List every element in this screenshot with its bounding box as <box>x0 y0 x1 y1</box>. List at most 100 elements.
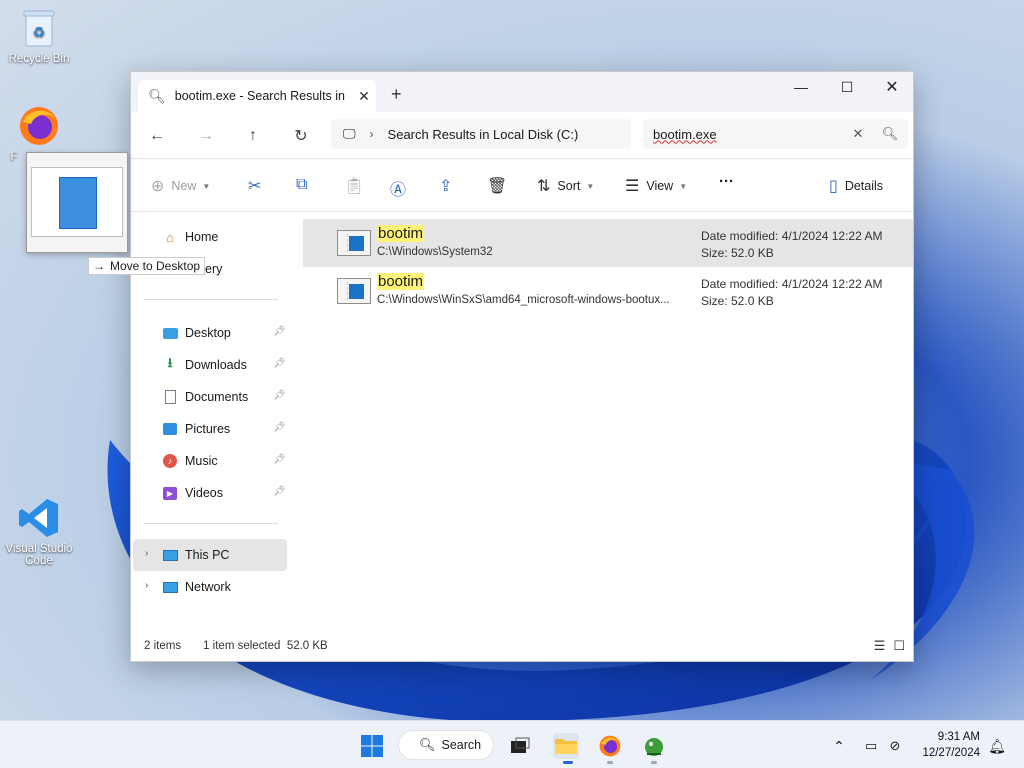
address-row: ← → ↑ ↻ 🖵 › Search Results in Local Disk… <box>131 112 913 158</box>
file-date-modified: Date modified: 4/1/2024 12:22 AM <box>701 277 883 291</box>
list-item[interactable]: bootim C:\Windows\System32 Date modified… <box>303 219 913 267</box>
details-pane-button[interactable]: ▯ Details <box>829 176 883 196</box>
sidebar-item-gallery[interactable]: ery <box>205 257 222 281</box>
close-tab-icon[interactable]: ✕ <box>352 88 376 105</box>
close-window-button[interactable]: ✕ <box>869 72 915 102</box>
maximize-button[interactable]: ☐ <box>824 72 870 102</box>
desktop-folder-icon <box>161 325 179 341</box>
firefox-taskbar-button[interactable] <box>597 733 623 759</box>
up-button[interactable]: ↑ <box>241 124 265 148</box>
tablet-mode-icon[interactable]: ▭ <box>858 733 884 759</box>
new-tab-button[interactable]: + <box>391 84 402 105</box>
sort-icon: ⇅ <box>537 178 551 195</box>
list-item[interactable]: bootim C:\Windows\WinSxS\amd64_microsoft… <box>303 267 913 315</box>
navigation-pane: ⌂ Home ery Desktop 📌︎ ⭳ Downloads 📌︎ Doc… <box>131 213 291 631</box>
refresh-button[interactable]: ↻ <box>289 124 313 148</box>
search-input[interactable]: bootim.exe ✕ 🔍︎ <box>643 119 908 149</box>
details-view-icon[interactable]: ☰ <box>874 638 886 654</box>
status-bar: 2 items 1 item selected 52.0 KB ☰ ☐ <box>131 631 913 661</box>
pin-icon[interactable]: 📌︎ <box>273 486 286 497</box>
share-button[interactable]: ⇪ <box>439 176 459 196</box>
sidebar-item-desktop[interactable]: Desktop <box>161 321 231 345</box>
folder-icon <box>555 739 577 754</box>
chevron-right-icon[interactable]: › <box>145 580 148 591</box>
sidebar-item-documents[interactable]: Documents <box>161 385 248 409</box>
more-options-button[interactable]: ··· <box>719 173 734 190</box>
sidebar-item-network[interactable]: Network <box>161 575 231 599</box>
sidebar-item-home[interactable]: ⌂ Home <box>161 225 218 249</box>
file-size: Size: 52.0 KB <box>701 294 774 308</box>
copy-button[interactable]: ⧉ <box>296 176 314 194</box>
taskbar-search-button[interactable]: 🔍︎ Search <box>398 730 494 760</box>
new-button[interactable]: ⊕ New ▼ <box>151 176 210 196</box>
sidebar-item-videos[interactable]: ▶ Videos <box>161 481 223 505</box>
document-icon <box>161 389 179 405</box>
view-button[interactable]: ☰ View ▼ <box>625 176 687 196</box>
pin-icon[interactable]: 📌︎ <box>273 326 286 337</box>
pin-icon[interactable]: 📌︎ <box>273 454 286 465</box>
sort-button[interactable]: ⇅ Sort ▼ <box>537 176 594 196</box>
exe-file-icon <box>337 278 371 304</box>
start-button[interactable] <box>359 733 385 759</box>
videos-icon: ▶ <box>161 485 179 501</box>
sidebar-item-this-pc[interactable]: This PC <box>161 543 229 567</box>
tiles-view-icon[interactable]: ☐ <box>893 638 905 654</box>
title-bar: 🔍︎ bootim.exe - Search Results in ✕ + — … <box>131 72 913 112</box>
exe-file-icon <box>337 230 371 256</box>
paste-button[interactable]: 📋︎ <box>344 176 371 196</box>
sidebar-item-downloads[interactable]: ⭳ Downloads <box>161 353 247 377</box>
sidebar-divider <box>144 523 278 524</box>
pin-icon[interactable]: 📌︎ <box>273 422 286 433</box>
chevron-right-icon[interactable]: › <box>145 548 148 559</box>
pictures-icon <box>161 421 179 437</box>
sidebar-item-music[interactable]: ♪ Music <box>161 449 218 473</box>
search-query: bootim.exe <box>653 126 717 142</box>
selection-status: 1 item selected 52.0 KB <box>203 640 328 652</box>
system-clock[interactable]: 9:31 AM 12/27/2024 <box>922 729 980 761</box>
view-list-icon: ☰ <box>625 178 640 195</box>
chevron-down-icon: ▼ <box>679 181 688 191</box>
vscode-desktop-icon[interactable]: Visual Studio Code <box>2 496 76 567</box>
cut-button[interactable]: ✂ <box>248 176 268 196</box>
network-icon <box>161 579 179 595</box>
back-button[interactable]: ← <box>145 124 169 148</box>
running-indicator <box>563 761 573 764</box>
file-explorer-taskbar-button[interactable] <box>553 733 579 759</box>
address-bar[interactable]: 🖵 › Search Results in Local Disk (C:) <box>331 119 631 149</box>
address-location: Search Results in Local Disk (C:) <box>387 126 579 142</box>
app-taskbar-button[interactable] <box>641 733 667 759</box>
tab-search-results[interactable]: 🔍︎ bootim.exe - Search Results in ✕ <box>138 80 376 112</box>
task-view-button[interactable] <box>507 733 533 759</box>
running-indicator <box>607 761 613 764</box>
pin-icon[interactable]: 📌︎ <box>273 358 286 369</box>
clock-date: 12/27/2024 <box>922 747 980 759</box>
monitor-icon: 🖵 <box>343 126 356 141</box>
taskbar: 🔍︎ Search ⌃ ▭ ⊘ 9:31 AM 12/27/2024 🔔︎ <box>0 720 1024 768</box>
minimize-button[interactable]: — <box>778 72 824 102</box>
trash-icon: 🗑︎ <box>487 178 508 195</box>
details-pane-icon: ▯ <box>829 178 838 195</box>
recycle-bin-icon: ♻ <box>17 6 61 50</box>
scissors-icon: ✂ <box>248 178 262 195</box>
pin-icon[interactable]: 📌︎ <box>273 390 286 401</box>
forward-button[interactable]: → <box>194 124 218 148</box>
firefox-icon <box>599 735 621 757</box>
search-icon: 🔍︎ <box>419 737 436 752</box>
sidebar-divider <box>144 299 278 300</box>
file-meta: Date modified: 4/1/2024 12:22 AM Size: 5… <box>701 228 882 262</box>
chevron-down-icon: ▼ <box>202 181 211 191</box>
file-meta: Date modified: 4/1/2024 12:22 AM Size: 5… <box>701 276 882 310</box>
delete-button[interactable]: 🗑︎ <box>487 176 514 196</box>
network-status-icon[interactable]: ⊘ <box>882 733 908 759</box>
notification-bell-icon[interactable]: 🔔︎ <box>984 733 1010 759</box>
recycle-bin-desktop-icon[interactable]: ♻ Recycle Bin <box>2 6 76 65</box>
clear-search-icon[interactable]: ✕ <box>844 126 872 142</box>
show-hidden-icons-button[interactable]: ⌃ <box>826 733 852 759</box>
recycle-bin-label: Recycle Bin <box>8 53 70 65</box>
tab-title: bootim.exe - Search Results in <box>174 89 345 103</box>
clock-time: 9:31 AM <box>937 731 980 743</box>
sidebar-item-pictures[interactable]: Pictures <box>161 417 230 441</box>
plus-circle-icon: ⊕ <box>151 178 165 195</box>
rename-button[interactable]: Ⓐ <box>390 176 413 200</box>
search-icon[interactable]: 🔍︎ <box>872 126 908 142</box>
